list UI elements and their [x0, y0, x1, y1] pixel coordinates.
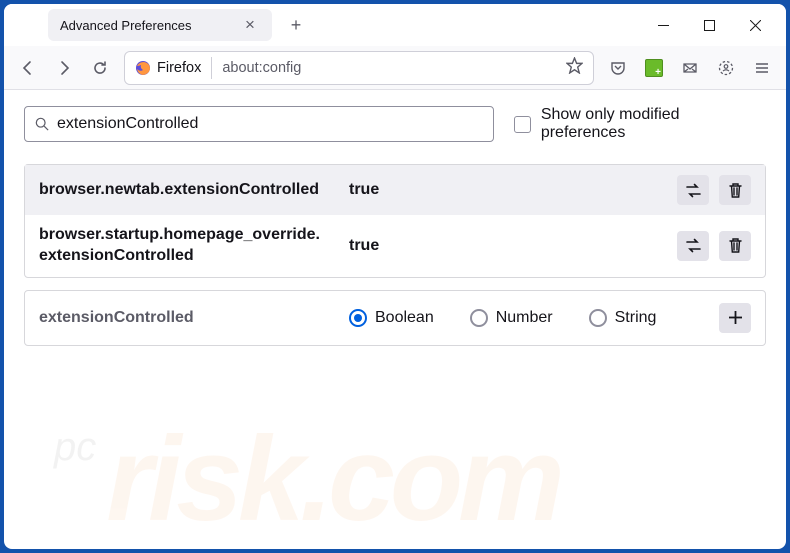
- inbox-icon[interactable]: [674, 52, 706, 84]
- identity-label: Firefox: [157, 60, 201, 76]
- close-window-button[interactable]: [732, 4, 778, 46]
- maximize-button[interactable]: [686, 4, 732, 46]
- search-input[interactable]: extensionControlled: [24, 106, 494, 142]
- pref-row: browser.startup.homepage_override. exten…: [25, 215, 765, 277]
- radio-icon: [349, 309, 367, 327]
- pocket-icon[interactable]: [602, 52, 634, 84]
- tab-title: Advanced Preferences: [60, 18, 240, 33]
- browser-tab[interactable]: Advanced Preferences ×: [48, 9, 272, 41]
- titlebar: Advanced Preferences × +: [4, 4, 786, 46]
- radio-icon: [589, 309, 607, 327]
- back-button[interactable]: [12, 52, 44, 84]
- pref-row: browser.newtab.extensionControlled true: [25, 165, 765, 215]
- url-text: about:config: [212, 60, 566, 76]
- type-radio-boolean[interactable]: Boolean: [349, 309, 434, 327]
- search-value: extensionControlled: [57, 115, 198, 133]
- new-pref-name: extensionControlled: [39, 309, 349, 327]
- preferences-list: browser.newtab.extensionControlled true …: [24, 164, 766, 278]
- nav-toolbar: Firefox about:config: [4, 46, 786, 90]
- toggle-button[interactable]: [677, 175, 709, 205]
- new-tab-button[interactable]: +: [280, 9, 312, 41]
- minimize-button[interactable]: [640, 4, 686, 46]
- radio-label: String: [615, 309, 657, 327]
- type-radio-string[interactable]: String: [589, 309, 657, 327]
- extension-icon[interactable]: [638, 52, 670, 84]
- checkbox-icon: [514, 116, 531, 133]
- delete-button[interactable]: [719, 231, 751, 261]
- radio-icon: [470, 309, 488, 327]
- add-button[interactable]: [719, 303, 751, 333]
- add-pref-row: extensionControlled Boolean Number Strin…: [24, 290, 766, 346]
- reload-button[interactable]: [84, 52, 116, 84]
- firefox-logo-icon: [135, 60, 151, 76]
- type-radio-number[interactable]: Number: [470, 309, 553, 327]
- close-tab-icon[interactable]: ×: [240, 15, 260, 35]
- account-icon[interactable]: [710, 52, 742, 84]
- pref-value: true: [349, 181, 677, 199]
- watermark: pcrisk.com: [54, 410, 754, 548]
- delete-button[interactable]: [719, 175, 751, 205]
- filter-label: Show only modified preferences: [541, 106, 766, 142]
- identity-box[interactable]: Firefox: [135, 57, 212, 79]
- radio-label: Number: [496, 309, 553, 327]
- forward-button[interactable]: [48, 52, 80, 84]
- pref-name: browser.startup.homepage_override. exten…: [39, 225, 349, 267]
- radio-label: Boolean: [375, 309, 434, 327]
- hamburger-menu-icon[interactable]: [746, 52, 778, 84]
- bookmark-star-icon[interactable]: [566, 57, 583, 78]
- search-icon: [35, 117, 49, 131]
- toggle-button[interactable]: [677, 231, 709, 261]
- url-bar[interactable]: Firefox about:config: [124, 51, 594, 85]
- content-area: pcrisk.com extensionControlled Show only…: [4, 90, 786, 549]
- filter-modified-checkbox[interactable]: Show only modified preferences: [514, 106, 766, 142]
- pref-name: browser.newtab.extensionControlled: [39, 180, 349, 201]
- pref-value: true: [349, 237, 677, 255]
